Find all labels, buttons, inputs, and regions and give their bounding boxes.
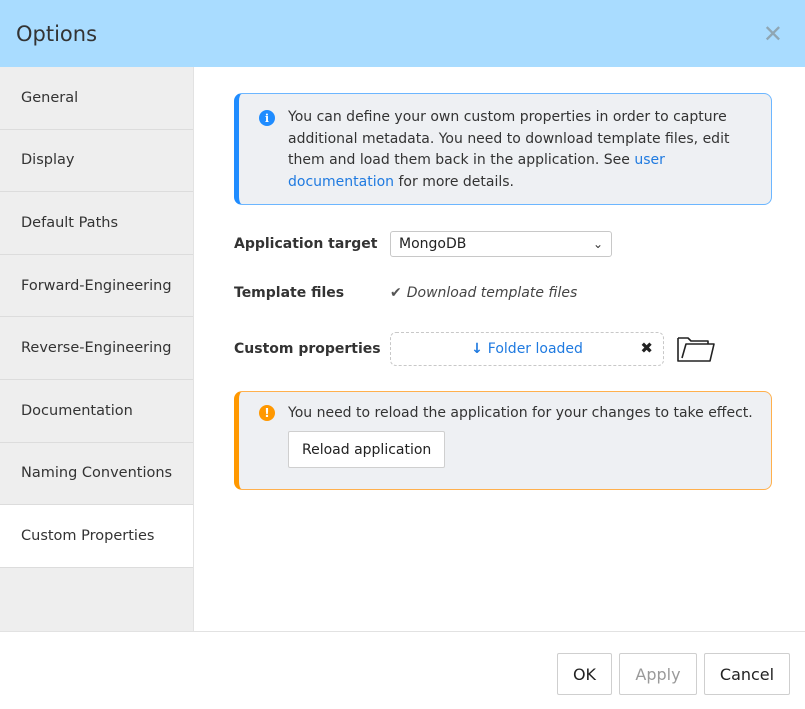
warning-icon: ! xyxy=(259,405,275,421)
sidebar-item-default-paths[interactable]: Default Paths xyxy=(0,192,193,255)
custom-properties-label: Custom properties xyxy=(234,341,381,357)
sidebar-item-custom-properties[interactable]: Custom Properties xyxy=(0,505,193,568)
sidebar-item-label: Display xyxy=(21,152,75,169)
dialog-header: Options ✕ xyxy=(0,0,805,67)
sidebar-item-label: General xyxy=(21,89,79,106)
sidebar-item-documentation[interactable]: Documentation xyxy=(0,380,193,443)
sidebar-item-label: Custom Properties xyxy=(21,527,155,544)
app-target-label: Application target xyxy=(234,236,378,252)
warning-line: ! You need to reload the application for… xyxy=(259,405,755,421)
folder-drop-zone[interactable]: ↓ Folder loaded ✖ xyxy=(390,332,664,366)
app-target-value: MongoDB xyxy=(399,236,467,252)
checkmark-icon: ✔ xyxy=(390,285,402,301)
download-template-link[interactable]: ✔ Download template files xyxy=(390,285,577,301)
warning-callout: ! You need to reload the application for… xyxy=(234,391,772,490)
cancel-button[interactable]: Cancel xyxy=(704,653,790,695)
apply-button[interactable]: Apply xyxy=(619,653,697,695)
sidebar: General Display Default Paths Forward-En… xyxy=(0,67,194,631)
sidebar-item-label: Default Paths xyxy=(21,214,118,231)
ok-button[interactable]: OK xyxy=(557,653,612,695)
custom-properties-row: Custom properties ↓ Folder loaded ✖ xyxy=(234,332,716,366)
warning-text: You need to reload the application for y… xyxy=(288,405,753,421)
folder-status: Folder loaded xyxy=(487,341,583,357)
dialog-footer: OK Apply Cancel xyxy=(0,631,805,709)
close-icon[interactable]: ✕ xyxy=(763,22,783,46)
folder-icon[interactable] xyxy=(676,334,716,364)
dialog-title: Options xyxy=(16,21,98,46)
template-files-row: Template files ✔ Download template files xyxy=(234,285,577,301)
remove-folder-icon[interactable]: ✖ xyxy=(640,339,653,357)
sidebar-item-forward-engineering[interactable]: Forward-Engineering xyxy=(0,255,193,318)
info-icon: i xyxy=(259,110,275,126)
reload-application-button[interactable]: Reload application xyxy=(288,431,446,468)
sidebar-item-label: Forward-Engineering xyxy=(21,277,172,294)
sidebar-item-label: Naming Conventions xyxy=(21,465,173,482)
sidebar-item-label: Reverse-Engineering xyxy=(21,340,172,357)
sidebar-item-label: Documentation xyxy=(21,402,133,419)
arrow-down-icon: ↓ xyxy=(471,341,483,357)
sidebar-item-reverse-engineering[interactable]: Reverse-Engineering xyxy=(0,317,193,380)
chevron-down-icon: ⌄ xyxy=(592,237,603,251)
template-files-label: Template files xyxy=(234,285,345,301)
content-panel: i You can define your own custom propert… xyxy=(194,67,805,631)
sidebar-item-general[interactable]: General xyxy=(0,67,193,130)
sidebar-item-naming-conventions[interactable]: Naming Conventions xyxy=(0,443,193,506)
info-callout: i You can define your own custom propert… xyxy=(234,93,772,205)
info-text: You can define your own custom propertie… xyxy=(288,109,730,190)
app-target-select[interactable]: MongoDB ⌄ xyxy=(390,231,612,257)
sidebar-item-display[interactable]: Display xyxy=(0,130,193,193)
app-target-row: Application target MongoDB ⌄ xyxy=(234,231,612,257)
